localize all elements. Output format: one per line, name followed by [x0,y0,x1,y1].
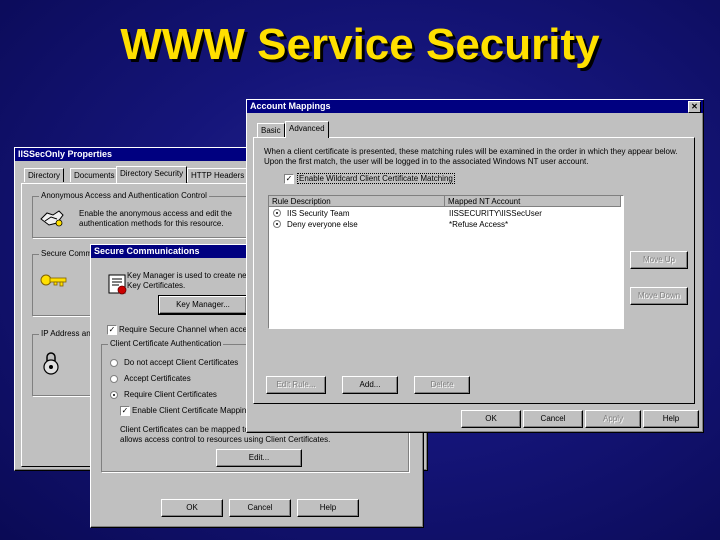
close-icon[interactable]: ✕ [688,101,701,113]
mappings-help-button[interactable]: Help [643,410,699,428]
secure-cancel-button[interactable]: Cancel [229,499,291,517]
mappings-title: Account Mappings [250,101,331,111]
col-rule-description[interactable]: Rule Description [269,196,445,207]
accept-certificates-label: Accept Certificates [124,374,191,383]
rule-row[interactable]: Deny everyone else *Refuse Access* [269,219,621,230]
require-client-certificates-label: Require Client Certificates [124,390,217,399]
col-mapped-account[interactable]: Mapped NT Account [445,196,621,207]
anon-group-label: Anonymous Access and Authentication Cont… [39,191,209,200]
anon-text-1: Enable the anonymous access and edit the [79,209,232,218]
key-manager-button[interactable]: Key Manager... [158,295,248,315]
keymgr-text-1: Key Manager is used to create new [127,271,253,280]
keymgr-text-2: Key Certificates. [127,281,186,290]
rule-description: Deny everyone else [287,220,358,229]
secure-help-button[interactable]: Help [297,499,359,517]
mappings-title-bar: Account Mappings ✕ [247,100,703,113]
mappings-tab-panel: When a client certificate is presented, … [253,137,695,404]
move-down-button[interactable]: Move Down [630,287,688,305]
slide-title: WWW Service Security [120,20,600,69]
rule-account: *Refuse Access* [449,220,509,229]
account-mappings-dialog: Account Mappings ✕ Basic Advanced When a… [246,99,704,433]
delete-button[interactable]: Delete [414,376,470,394]
tab-directory[interactable]: Directory [24,168,65,182]
accept-certificates-radio[interactable] [110,375,118,383]
tab-advanced[interactable]: Advanced [285,121,329,138]
tab-basic[interactable]: Basic [257,123,285,137]
require-secure-channel-label: Require Secure Channel when access [119,325,256,334]
mappings-desc-2: Upon the first match, the user will be l… [264,157,589,166]
client-cert-group-label: Client Certificate Authentication [108,339,224,348]
tab-documents[interactable]: Documents [70,168,119,182]
mapping-text-2: allows access control to resources using… [120,435,331,444]
lock-icon [43,352,59,375]
key-icon [40,274,67,287]
edit-rule-button[interactable]: Edit Rule... [266,376,326,394]
add-button[interactable]: Add... [342,376,398,394]
rule-description: IIS Security Team [287,209,350,218]
require-client-certificates-radio[interactable] [110,391,118,399]
do-not-accept-radio[interactable] [110,359,118,367]
secure-title: Secure Communications [94,246,200,256]
secure-ok-button[interactable]: OK [161,499,223,517]
move-up-button[interactable]: Move Up [630,251,688,269]
rule-status-icon [273,220,281,228]
mappings-desc-1: When a client certificate is presented, … [264,147,678,156]
tab-directory-security[interactable]: Directory Security [116,166,188,183]
enable-wildcard-checkbox[interactable]: ✓ [284,174,294,184]
require-secure-channel-checkbox[interactable]: ✓ [107,325,117,335]
rule-status-icon [273,209,281,217]
mappings-ok-button[interactable]: OK [461,410,521,428]
anon-text-2: authentication methods for this resource… [79,219,224,228]
enable-mapping-checkbox[interactable]: ✓ [120,406,130,416]
enable-wildcard-label: Enable Wildcard Client Certificate Match… [297,173,455,184]
rule-row[interactable]: IIS Security Team IISSECURITY\IISSecUser [269,208,621,219]
rule-account: IISSECURITY\IISSecUser [449,209,542,218]
do-not-accept-label: Do not accept Client Certificates [124,358,239,367]
tab-http-headers[interactable]: HTTP Headers [187,168,249,182]
handshake-icon [40,210,64,227]
mapping-text-1: Client Certificates can be mapped to [120,425,249,434]
iis-title: IISSecOnly Properties [18,149,113,159]
enable-mapping-label: Enable Client Certificate Mapping [132,406,251,415]
edit-button[interactable]: Edit... [216,449,302,467]
rules-list[interactable]: Rule Description Mapped NT Account IIS S… [268,195,624,329]
mappings-apply-button[interactable]: Apply [585,410,641,428]
certificate-icon [108,274,127,295]
anon-access-group: Anonymous Access and Authentication Cont… [32,191,254,238]
mappings-cancel-button[interactable]: Cancel [523,410,583,428]
